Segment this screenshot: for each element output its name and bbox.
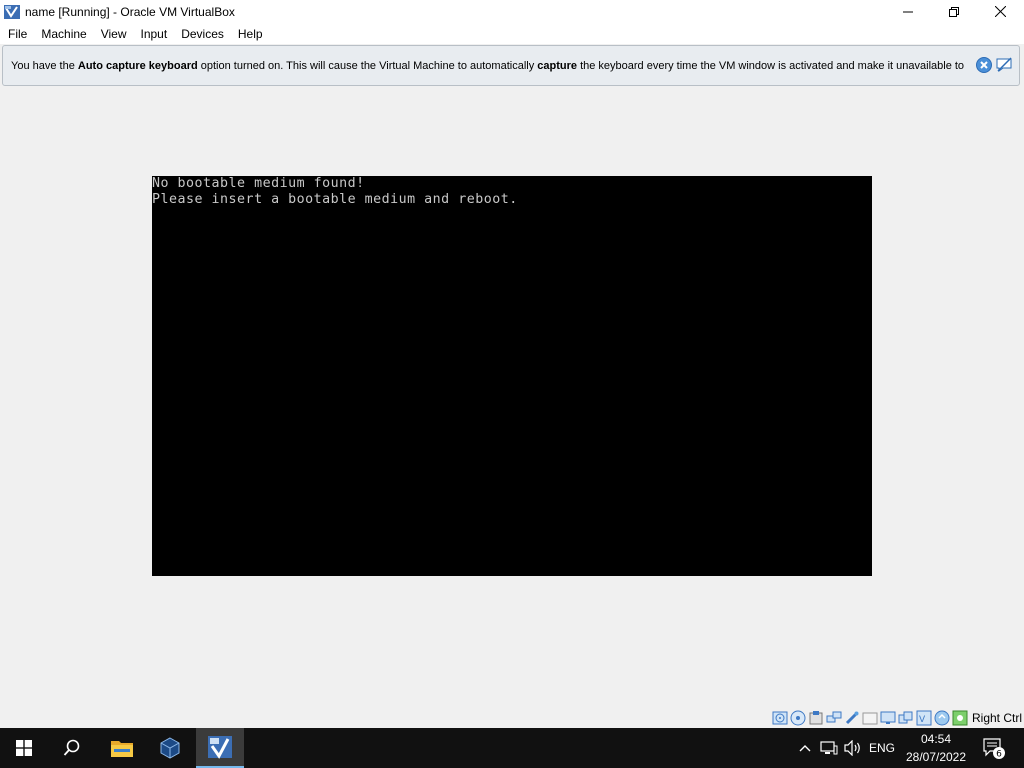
windows-logo-icon <box>16 740 32 756</box>
virtualbox-app-icon <box>4 4 20 19</box>
hard-disk-icon[interactable] <box>772 710 788 726</box>
show-hidden-icons-button[interactable] <box>796 728 814 768</box>
minimize-icon <box>903 11 913 12</box>
boot-message-line-1: No bootable medium found! <box>152 176 365 191</box>
menu-bar: File Machine View Input Devices Help <box>0 23 1024 44</box>
notice-message: You have the Auto capture keyboard optio… <box>3 60 973 72</box>
recording-icon[interactable] <box>898 710 914 726</box>
search-icon <box>63 739 80 756</box>
usb-icon[interactable] <box>844 710 860 726</box>
notice-text-5: the keyboard every time the VM window is… <box>577 59 965 72</box>
menu-file[interactable]: File <box>0 27 34 41</box>
network-tray-button[interactable] <box>818 728 840 768</box>
vm-display[interactable]: No bootable medium found! Please insert … <box>152 176 872 576</box>
auto-capture-notice: You have the Auto capture keyboard optio… <box>2 45 1020 86</box>
notice-dont-show-button[interactable] <box>995 56 1013 74</box>
close-icon <box>994 6 1006 17</box>
shared-folders-icon[interactable] <box>862 710 878 726</box>
notice-text-2: Auto capture keyboard <box>77 59 198 72</box>
clock[interactable]: 04:54 28/07/2022 <box>900 730 972 766</box>
keyboard-icon[interactable] <box>952 710 968 726</box>
notice-text-3: option turned on. This will cause the Vi… <box>197 59 538 72</box>
chevron-up-icon <box>799 745 811 752</box>
close-circle-icon <box>976 57 992 73</box>
network-tray-icon <box>820 741 838 755</box>
minimize-button[interactable] <box>885 0 931 23</box>
display-icon[interactable] <box>880 710 896 726</box>
file-explorer-button[interactable] <box>98 728 146 768</box>
menu-input[interactable]: Input <box>134 27 175 41</box>
cpu-icon[interactable]: V <box>916 710 932 726</box>
virtualbox-manager-button[interactable] <box>146 728 194 768</box>
menu-machine[interactable]: Machine <box>34 27 93 41</box>
language-indicator[interactable]: ENG <box>866 728 898 768</box>
language-label: ENG <box>868 741 895 755</box>
vm-status-bar: V Right Ctrl <box>772 708 1024 728</box>
svg-text:V: V <box>919 715 926 725</box>
menu-devices[interactable]: Devices <box>174 27 231 41</box>
window-title: name [Running] - Oracle VM VirtualBox <box>25 4 235 19</box>
network-icon[interactable] <box>826 710 842 726</box>
virtualbox-cube-icon <box>160 737 180 759</box>
start-button[interactable] <box>0 728 48 768</box>
audio-icon[interactable] <box>808 710 824 726</box>
notice-text-4: capture <box>537 59 578 72</box>
notice-text-1: You have the <box>11 59 78 72</box>
notification-count: 6 <box>996 750 1002 760</box>
host-key-label[interactable]: Right Ctrl <box>972 711 1022 725</box>
hide-message-icon <box>996 57 1012 72</box>
virtual-machine-icon <box>208 736 232 759</box>
search-button[interactable] <box>48 728 96 768</box>
action-center-button[interactable]: 6 <box>980 728 1008 768</box>
clock-time: 04:54 <box>920 732 952 746</box>
notification-icon: 6 <box>983 738 1005 760</box>
folder-icon <box>111 741 133 757</box>
restore-icon <box>949 6 959 17</box>
boot-message-line-2: Please insert a bootable medium and rebo… <box>152 192 518 207</box>
virtual-machine-window-button[interactable] <box>196 728 244 768</box>
optical-drive-icon[interactable] <box>790 710 806 726</box>
clock-date: 28/07/2022 <box>905 750 967 764</box>
menu-help[interactable]: Help <box>231 27 270 41</box>
mouse-integration-icon[interactable] <box>934 710 950 726</box>
menu-view[interactable]: View <box>94 27 134 41</box>
windows-taskbar: ENG 04:54 28/07/2022 6 <box>0 728 1024 768</box>
speaker-icon <box>844 740 860 756</box>
title-bar: name [Running] - Oracle VM VirtualBox <box>0 0 1024 23</box>
volume-button[interactable] <box>842 728 864 768</box>
restore-button[interactable] <box>931 0 977 23</box>
notice-close-button[interactable] <box>975 56 993 74</box>
close-button[interactable] <box>977 0 1023 23</box>
